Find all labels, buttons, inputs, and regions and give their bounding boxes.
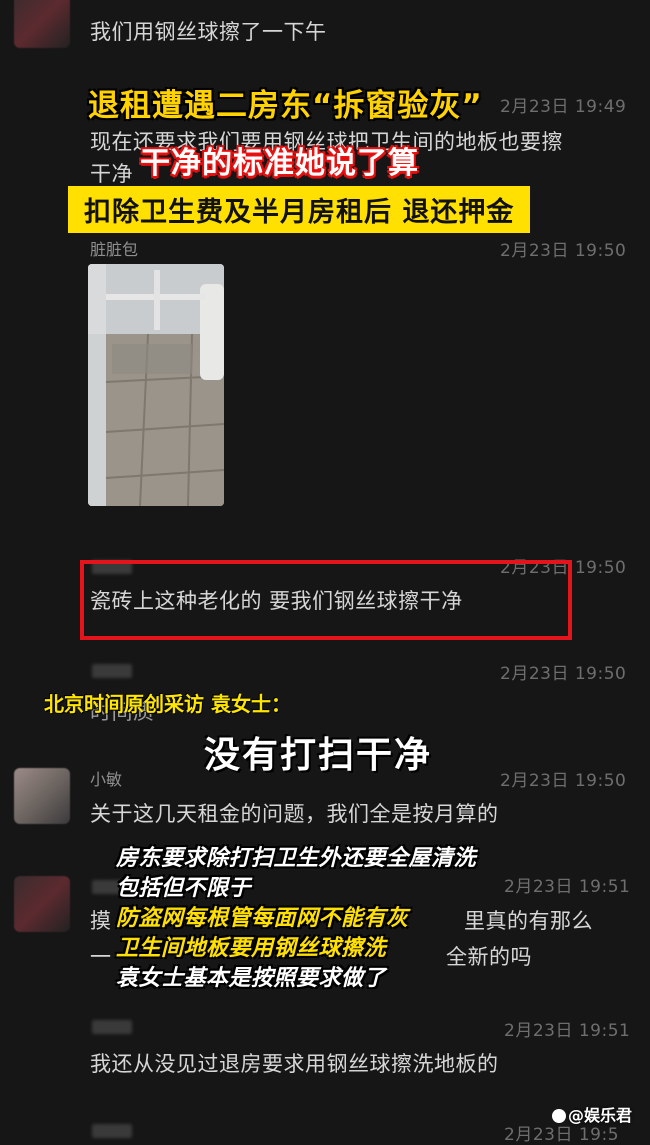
caption-line: 袁女士基本是按照要求做了 [116,966,387,991]
message-timestamp: 2月23日 19:51 [504,1021,631,1041]
message-timestamp: 2月23日 19:50 [500,664,627,684]
message-text: 全新的吗 [446,945,532,969]
caption-line-highlight: 卫生间地板要用钢丝球擦洗 [116,936,387,961]
watermark-text: @娱乐君 [568,1106,633,1125]
bathroom-photo-image [88,264,224,506]
caption-line-highlight: 防盗网每根管每面网不能有灰 [116,906,409,931]
video-headline: 退租遭遇二房东“拆窗验灰” [88,88,483,124]
sender-name-blurred [92,664,132,678]
message-timestamp: 2月23日 19:50 [500,241,627,261]
message-text: 我们用钢丝球擦了一下午 [90,20,327,44]
quote-caption: 没有打扫干净 [204,735,433,776]
message-timestamp: 2月23日 19:49 [500,97,627,117]
message-text: 一 [90,945,112,969]
message-timestamp: 2月23日 19:50 [500,771,627,791]
message-text: 关于这几天租金的问题，我们全是按月算的 [90,802,499,826]
sender-name: 脏脏包 [90,240,139,259]
avatar[interactable] [14,876,70,932]
message-timestamp: 2月23日 19:51 [504,877,631,897]
avatar[interactable] [14,768,70,824]
caption-line: 包括但不限于 [116,876,252,901]
message-text: 里真的有那么 [464,909,593,933]
yellow-caption-bar: 扣除卫生费及半月房租后 退还押金 [68,186,531,233]
message-text: 干净 [90,162,133,186]
watermark: @娱乐君 [552,1102,632,1126]
message-text: 瓷砖上这种老化的 要我们钢丝球擦干净 [90,589,463,613]
platform-logo-icon [552,1109,566,1123]
avatar[interactable] [14,0,70,48]
red-outline-subtitle: 干净的标准她说了算 [140,146,419,181]
message-text: 我还从没见过退房要求用钢丝球擦洗地板的 [90,1052,499,1076]
message-text: 摸 [90,909,112,933]
sender-name: 小敏 [90,770,123,789]
interview-label: 北京时间原创采访 袁女士： [44,692,291,716]
bathroom-floor-photo[interactable] [88,264,224,506]
sender-name-blurred [92,1020,132,1034]
caption-line: 房东要求除打扫卫生外还要全屋清洗 [116,846,477,871]
